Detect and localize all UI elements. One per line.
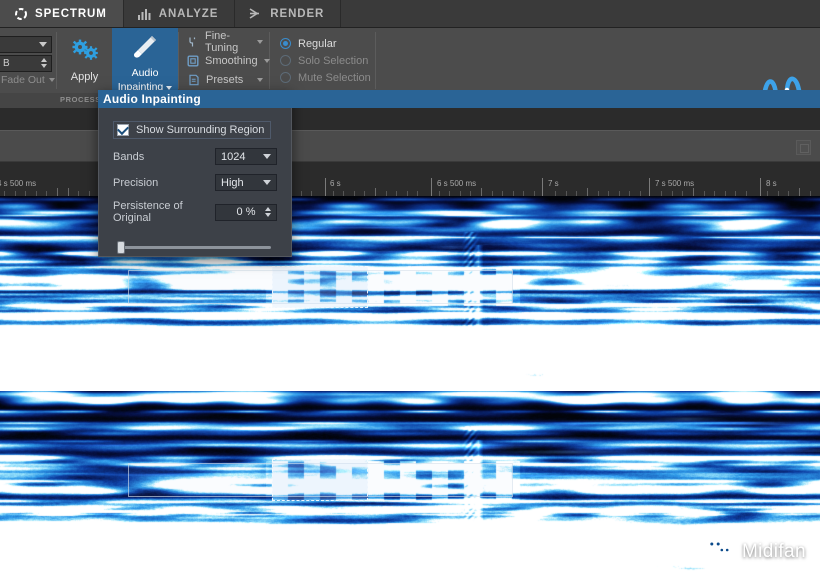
tab-render-label: RENDER — [270, 8, 324, 20]
menu-fine-tuning-label: Fine-Tuning — [205, 30, 251, 54]
persistence-slider[interactable] — [113, 240, 277, 254]
menu-smoothing[interactable]: Smoothing — [187, 53, 269, 68]
tab-spectrum[interactable]: SPECTRUM — [0, 0, 124, 27]
watermark-text: Midifan — [742, 541, 806, 563]
tab-spectrum-label: SPECTRUM — [35, 8, 107, 20]
left-stepper-value: B — [3, 58, 10, 69]
inpainting-line1: Audio — [132, 67, 159, 79]
chevron-down-icon — [49, 78, 55, 82]
ruler-tick — [375, 188, 376, 196]
fade-out-label: Fade Out — [1, 74, 45, 86]
tab-render[interactable]: RENDER — [235, 0, 341, 27]
bar-chart-icon — [137, 6, 152, 21]
ruler-tick — [68, 188, 69, 196]
spectrogram-channel-right[interactable] — [0, 391, 820, 585]
navigator-toggle-button[interactable] — [796, 140, 811, 155]
bands-dropdown[interactable]: 1024 — [215, 148, 277, 165]
field-persistence-label: Persistence of Original — [113, 200, 215, 224]
chevron-down-icon — [264, 59, 270, 63]
main-toolbar: B Fade Out — [0, 28, 820, 93]
checkbox-checked-icon — [117, 124, 129, 136]
preset-page-icon — [187, 73, 200, 86]
left-stepper-unit[interactable]: B — [0, 55, 52, 72]
ruler-tick — [57, 188, 58, 196]
radio-unselected-icon — [280, 55, 291, 66]
gears-icon — [70, 39, 100, 68]
ruler-label: 4 s 500 ms — [0, 179, 36, 188]
ruler-label: 6 s 500 ms — [437, 179, 476, 188]
chevron-down-icon — [257, 40, 263, 44]
radio-solo-selection[interactable]: Solo Selection — [280, 55, 375, 67]
toolbar-divider — [375, 32, 376, 89]
tuning-fork-icon — [187, 35, 199, 48]
field-precision: Precision High — [113, 174, 277, 191]
radio-unselected-icon — [280, 72, 291, 83]
ruler-label: 8 s — [766, 179, 777, 188]
field-persistence: Persistence of Original 0 % — [113, 200, 277, 224]
ruler-label: 7 s 500 ms — [655, 179, 694, 188]
ruler-major-tick — [542, 178, 543, 196]
slider-track — [119, 246, 271, 249]
spectrum-icon — [13, 6, 28, 21]
playback-mode-radio-group: Regular Solo Selection Mute Selection — [270, 28, 375, 93]
radio-selected-icon — [280, 38, 291, 49]
popup-body: Show Surrounding Region Bands 1024 Preci… — [99, 109, 291, 254]
chevron-down-icon — [263, 180, 271, 185]
chevron-down-icon — [257, 78, 263, 82]
field-bands-label: Bands — [113, 151, 215, 163]
apply-button[interactable]: Apply — [57, 28, 112, 93]
radio-mute-selection-label: Mute Selection — [298, 72, 371, 84]
square-outline-icon — [187, 54, 199, 67]
radio-mute-selection[interactable]: Mute Selection — [280, 72, 375, 84]
persistence-value: 0 % — [237, 206, 256, 218]
slider-thumb[interactable] — [117, 241, 125, 254]
main-tab-bar: SPECTRUM ANALYZE RENDER — [0, 0, 820, 28]
bands-value: 1024 — [221, 151, 245, 163]
persistence-stepper[interactable]: 0 % — [215, 204, 277, 221]
show-surrounding-region-checkbox[interactable]: Show Surrounding Region — [113, 121, 271, 139]
radio-regular-label: Regular — [298, 38, 337, 50]
left-control-group: B Fade Out — [0, 28, 56, 93]
ruler-label: 7 s — [548, 179, 559, 188]
radio-regular[interactable]: Regular — [280, 38, 375, 50]
ruler-tick — [693, 188, 694, 196]
menu-smoothing-label: Smoothing — [205, 55, 258, 67]
audio-inpainting-popup: Show Surrounding Region Bands 1024 Preci… — [98, 90, 292, 257]
ruler-major-tick — [649, 178, 650, 196]
ruler-tick — [481, 188, 482, 196]
precision-dropdown[interactable]: High — [215, 174, 277, 191]
apply-label: Apply — [71, 71, 99, 83]
radio-solo-selection-label: Solo Selection — [298, 55, 368, 67]
chevron-down-icon — [39, 42, 47, 47]
watermark: Midifan — [704, 536, 806, 567]
ruler-major-tick — [760, 178, 761, 196]
menu-presets-label: Presets — [206, 74, 243, 86]
stepper-arrows-icon[interactable] — [41, 58, 47, 68]
menu-fine-tuning[interactable]: Fine-Tuning — [187, 34, 269, 49]
show-surrounding-region-label: Show Surrounding Region — [136, 124, 264, 136]
field-bands: Bands 1024 — [113, 148, 277, 165]
brush-icon — [130, 34, 160, 65]
precision-value: High — [221, 177, 244, 189]
ruler-tick — [799, 188, 800, 196]
tab-analyze-label: ANALYZE — [159, 8, 219, 20]
tab-analyze[interactable]: ANALYZE — [124, 0, 236, 27]
ruler-label: 6 s — [330, 179, 341, 188]
field-precision-label: Precision — [113, 177, 215, 189]
popup-title-clip: Audio Inpainting — [98, 90, 820, 108]
ruler-major-tick — [431, 178, 432, 196]
application-window: SPECTRUM ANALYZE RENDER — [0, 0, 820, 585]
render-arrow-icon — [248, 6, 263, 21]
menu-presets[interactable]: Presets — [187, 72, 269, 87]
audio-inpainting-button[interactable]: Audio Inpainting — [112, 28, 178, 93]
left-dropdown-1[interactable] — [0, 36, 52, 53]
ruler-tick — [587, 188, 588, 196]
tool-menu-group: Fine-Tuning Smoothing — [179, 28, 269, 93]
fade-out-menu[interactable]: Fade Out — [0, 74, 56, 86]
popup-title: Audio Inpainting — [98, 90, 820, 108]
ruler-major-tick — [325, 178, 326, 196]
stepper-arrows-icon[interactable] — [265, 207, 271, 217]
wechat-icon — [704, 536, 734, 567]
chevron-down-icon — [263, 154, 271, 159]
